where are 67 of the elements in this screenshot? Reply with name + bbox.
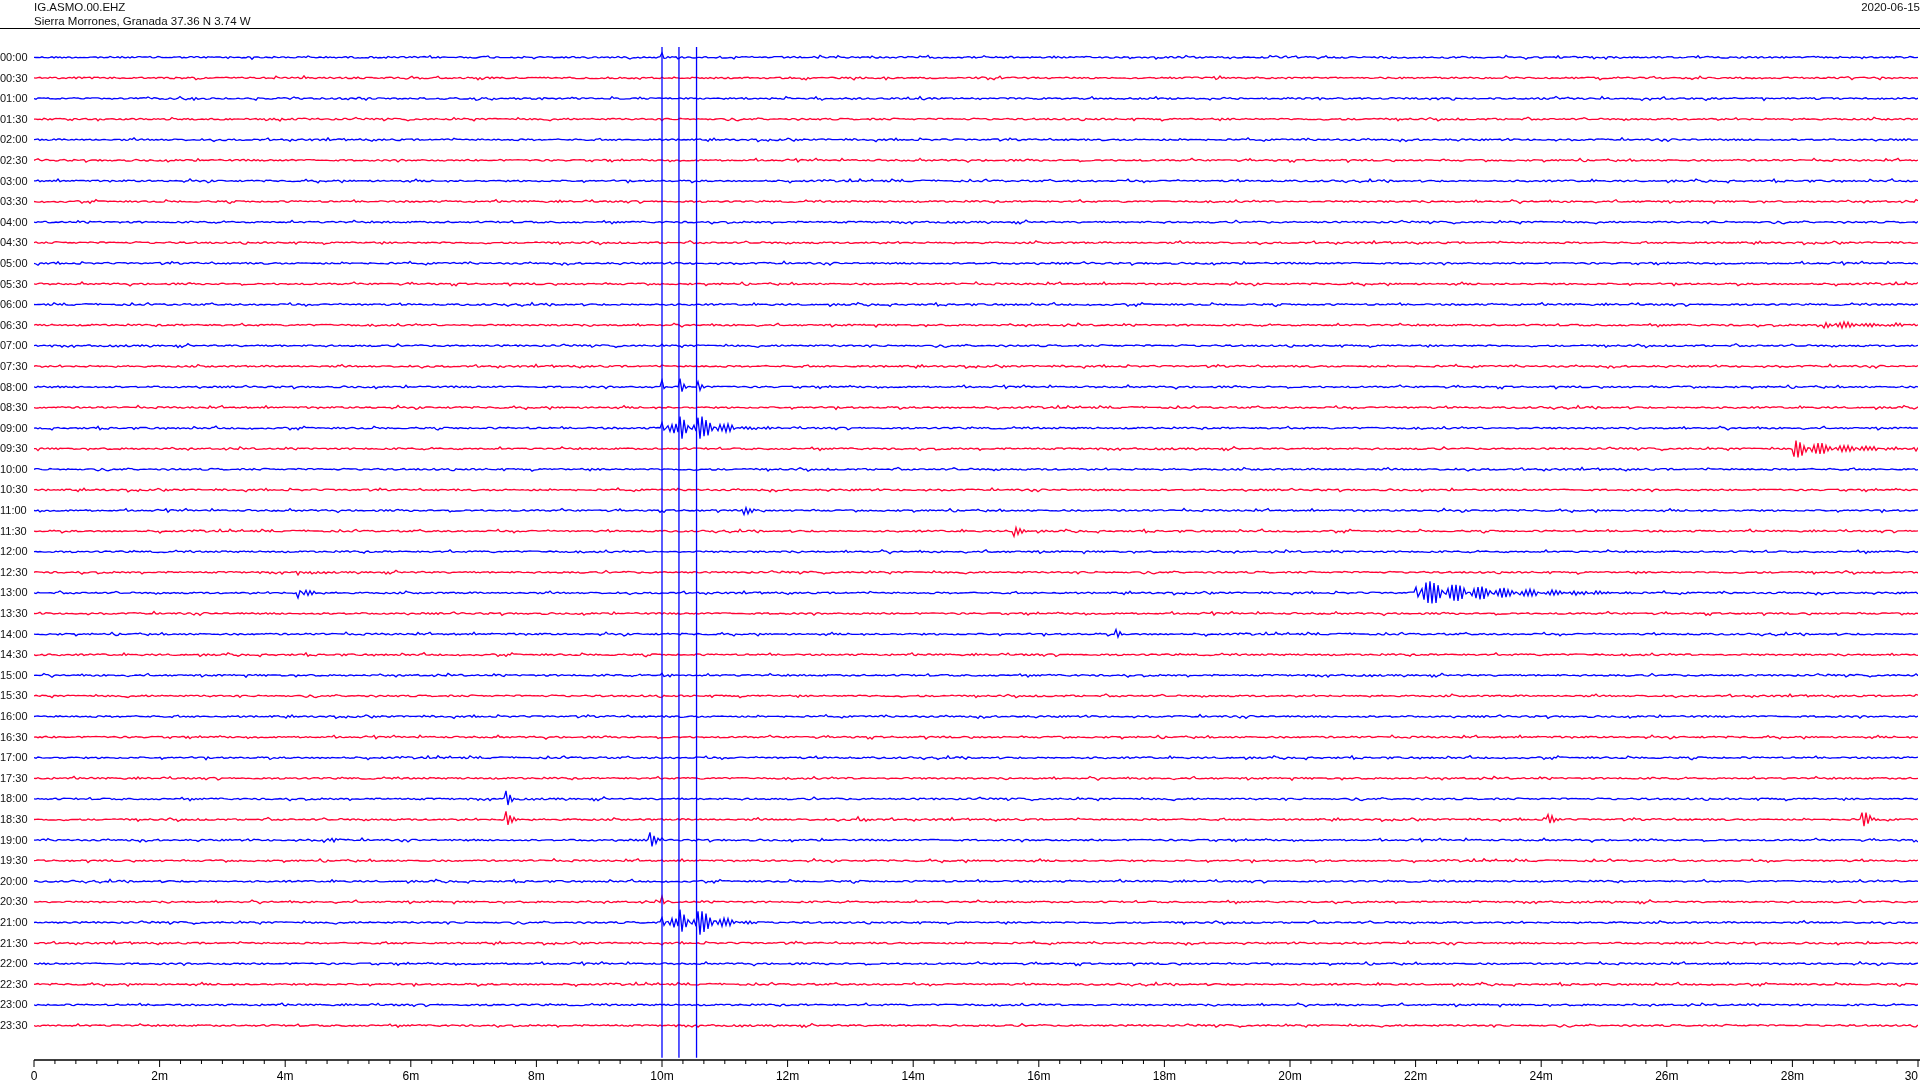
time-label: 18:00 — [0, 791, 29, 807]
time-label: 10:00 — [0, 461, 29, 477]
axis-tick-label: 22m — [1403, 1068, 1428, 1080]
time-label: 00:00 — [0, 50, 29, 65]
axis-tick-label: 24m — [1529, 1068, 1553, 1080]
time-label: 13:00 — [0, 585, 29, 601]
time-label: 18:30 — [0, 811, 29, 827]
time-label: 10:30 — [0, 482, 29, 498]
time-label: 20:00 — [0, 873, 29, 889]
time-label: 04:00 — [0, 214, 29, 230]
time-label: 09:30 — [0, 441, 29, 457]
time-label: 09:00 — [0, 420, 29, 436]
time-label: 15:00 — [0, 667, 29, 683]
time-label: 01:30 — [0, 111, 29, 127]
time-label: 21:30 — [0, 935, 29, 951]
time-label: 08:30 — [0, 400, 29, 416]
time-label: 05:00 — [0, 255, 29, 271]
time-label: 02:30 — [0, 152, 29, 168]
time-label: 13:30 — [0, 606, 29, 622]
axis-tick-label: 12m — [775, 1068, 800, 1080]
time-label: 17:30 — [0, 770, 29, 786]
time-label: 02:00 — [0, 132, 29, 148]
time-label: 08:00 — [0, 379, 29, 395]
time-label: 21:00 — [0, 914, 29, 930]
axis-tick-label: 28m — [1780, 1068, 1805, 1080]
time-label: 16:30 — [0, 729, 29, 745]
time-label: 17:00 — [0, 750, 29, 766]
station-code: IG.ASMO.00.EHZ — [34, 0, 127, 14]
time-label: 01:00 — [0, 91, 29, 107]
time-label: 06:00 — [0, 297, 29, 313]
axis-tick-label: 20m — [1278, 1068, 1302, 1080]
time-label: 11:00 — [0, 503, 28, 519]
axis-tick-label: 14m — [901, 1068, 925, 1080]
time-label: 07:30 — [0, 358, 29, 374]
time-label: 03:00 — [0, 173, 29, 189]
axis-tick-label: 10m — [650, 1068, 674, 1080]
axis-tick-label: 6m — [402, 1068, 420, 1080]
time-label: 00:30 — [0, 70, 29, 86]
time-label: 12:00 — [0, 544, 29, 560]
axis-tick-label: 4m — [276, 1068, 294, 1080]
time-label: 22:30 — [0, 976, 29, 992]
axis-tick-label: 18m — [1152, 1068, 1177, 1080]
time-label: 16:00 — [0, 709, 29, 724]
axis-tick-label: 26m — [1655, 1068, 1679, 1080]
station-location: Sierra Morrones, Granada 37.36 N 3.74 W — [34, 14, 251, 28]
date-label: 2020-06-15 — [1861, 0, 1920, 15]
time-label: 04:30 — [0, 235, 29, 251]
axis-tick-label: 0 — [30, 1068, 38, 1080]
axis-tick-label: 2m — [151, 1068, 168, 1080]
axis-tick-label: 8m — [528, 1068, 545, 1080]
time-label: 20:30 — [0, 894, 29, 910]
time-label: 23:00 — [0, 997, 29, 1013]
time-label: 14:30 — [0, 647, 29, 663]
time-label: 22:00 — [0, 956, 29, 972]
time-label: 05:30 — [0, 276, 29, 292]
time-label: 11:30 — [0, 523, 28, 539]
time-label: 03:30 — [0, 194, 29, 210]
time-label: 12:30 — [0, 564, 29, 580]
time-label: 23:30 — [0, 1017, 29, 1033]
time-label: 15:30 — [0, 688, 29, 704]
time-label: 19:30 — [0, 853, 29, 869]
axis-tick-label: 30 — [1904, 1068, 1918, 1080]
time-label: 14:00 — [0, 626, 29, 642]
time-label: 07:00 — [0, 338, 29, 354]
time-label: 06:30 — [0, 317, 29, 333]
time-label: 19:00 — [0, 832, 29, 848]
axis-tick-label: 16m — [1027, 1068, 1051, 1080]
